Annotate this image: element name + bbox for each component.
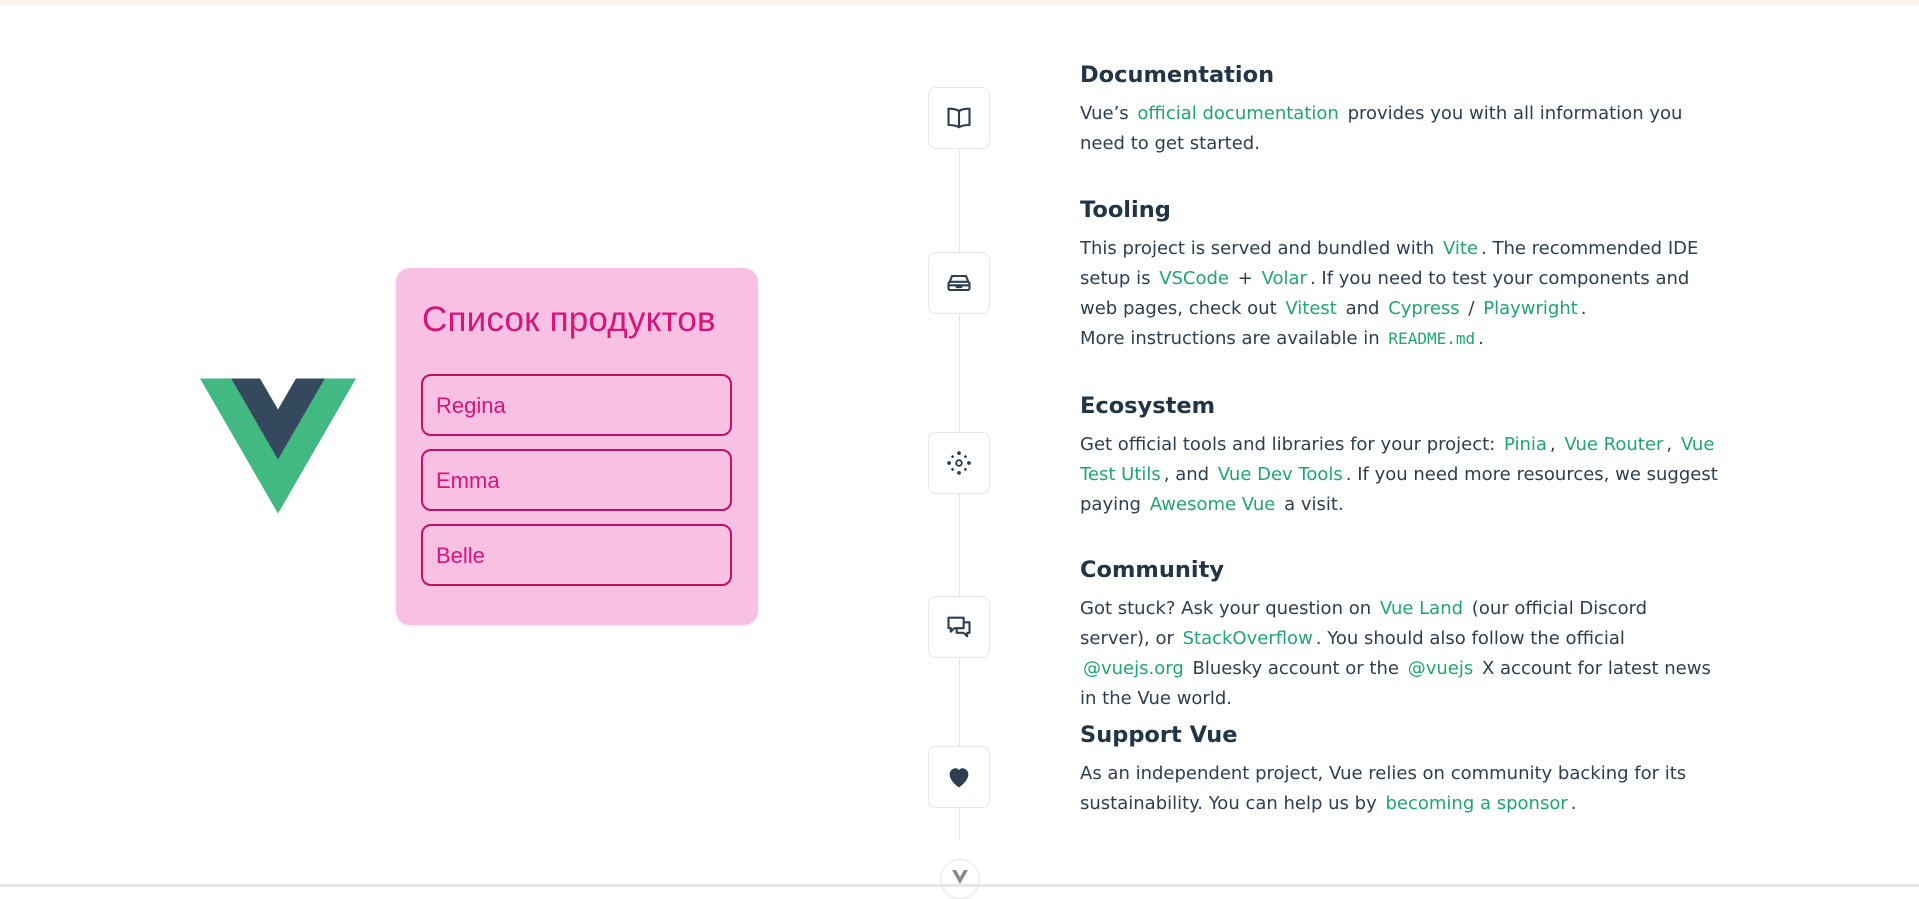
- text: .: [1478, 328, 1484, 349]
- text: +: [1237, 268, 1253, 289]
- text: a visit.: [1284, 494, 1344, 515]
- text: Got stuck? Ask your question on: [1080, 598, 1372, 619]
- text: This project is served and bundled with: [1080, 238, 1435, 259]
- community-title: Community: [1080, 557, 1225, 583]
- text: . You should also follow the official: [1315, 628, 1625, 649]
- text: Vue’s: [1080, 103, 1129, 124]
- cypress-link[interactable]: Cypress: [1385, 298, 1462, 319]
- product-list-card: Список продуктов Regina Emma Belle: [396, 268, 758, 625]
- product-item-label: Regina: [436, 393, 506, 418]
- volar-link[interactable]: Volar: [1259, 268, 1310, 289]
- community-text: Got stuck? Ask your question on Vue Land…: [1080, 594, 1720, 714]
- ecosystem-icon: [928, 432, 990, 494]
- support-text: As an independent project, Vue relies on…: [1080, 759, 1720, 819]
- support-title: Support Vue: [1080, 722, 1238, 748]
- vue-router-link[interactable]: Vue Router: [1561, 434, 1666, 455]
- text: ,: [1666, 434, 1673, 455]
- ecosystem-title: Ecosystem: [1080, 393, 1216, 419]
- product-item[interactable]: Belle: [421, 524, 732, 586]
- documentation-text: Vue’s official documentation provides yo…: [1080, 99, 1720, 159]
- vue-logo: [200, 378, 356, 514]
- readme-code: README.md: [1388, 329, 1476, 348]
- support-icon: [928, 746, 990, 808]
- vuejs-link[interactable]: @vuejs: [1405, 658, 1477, 679]
- ecosystem-text: Get official tools and libraries for you…: [1080, 430, 1720, 520]
- vitest-link[interactable]: Vitest: [1282, 298, 1340, 319]
- documentation-icon: [928, 87, 990, 149]
- ecosystem-section: Ecosystem Get official tools and librari…: [1080, 393, 1720, 520]
- vite-link[interactable]: Vite: [1440, 238, 1481, 259]
- tooling-title: Tooling: [1080, 197, 1171, 223]
- text: /: [1468, 298, 1475, 319]
- tooling-text: This project is served and bundled with …: [1080, 234, 1720, 354]
- text: .: [1570, 793, 1577, 814]
- official-documentation-link[interactable]: official documentation: [1134, 103, 1341, 124]
- text: Bluesky account or the: [1192, 658, 1399, 679]
- scroll-down-icon[interactable]: [940, 859, 980, 899]
- community-icon: [928, 596, 990, 658]
- text: More instructions are available in: [1080, 328, 1380, 349]
- text: ,: [1549, 434, 1556, 455]
- tooling-icon: [928, 252, 990, 314]
- awesome-vue-link[interactable]: Awesome Vue: [1147, 494, 1279, 515]
- vscode-link[interactable]: VSCode: [1156, 268, 1232, 289]
- product-item-label: Emma: [436, 468, 500, 493]
- text: .: [1580, 298, 1587, 319]
- vue-land-link[interactable]: Vue Land: [1377, 598, 1466, 619]
- pinia-link[interactable]: Pinia: [1501, 434, 1550, 455]
- documentation-section: Documentation Vue’s official documentati…: [1080, 62, 1720, 159]
- documentation-title: Documentation: [1080, 62, 1275, 88]
- become-sponsor-link[interactable]: becoming a sponsor: [1382, 793, 1570, 814]
- product-item[interactable]: Emma: [421, 449, 732, 511]
- product-item-label: Belle: [436, 543, 485, 568]
- tooling-section: Tooling This project is served and bundl…: [1080, 197, 1720, 354]
- stackoverflow-link[interactable]: StackOverflow: [1180, 628, 1316, 649]
- text: and: [1345, 298, 1380, 319]
- product-item[interactable]: Regina: [421, 374, 732, 436]
- vue-dev-tools-link[interactable]: Vue Dev Tools: [1215, 464, 1346, 485]
- product-list-title: Список продуктов: [422, 300, 716, 339]
- text: Get official tools and libraries for you…: [1080, 434, 1496, 455]
- top-bar: [0, 0, 1919, 6]
- playwright-link[interactable]: Playwright: [1480, 298, 1581, 319]
- community-section: Community Got stuck? Ask your question o…: [1080, 557, 1720, 714]
- vuejs-org-link[interactable]: @vuejs.org: [1080, 658, 1187, 679]
- text: , and: [1163, 464, 1210, 485]
- support-section: Support Vue As an independent project, V…: [1080, 722, 1720, 819]
